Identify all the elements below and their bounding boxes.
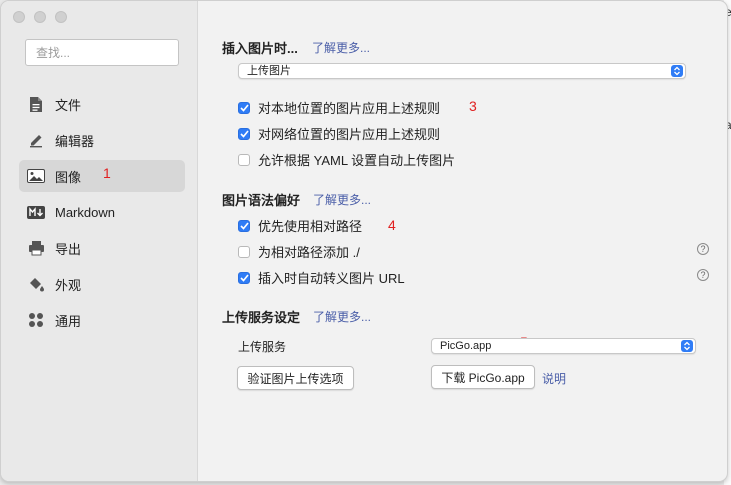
annotation-marker: 4	[388, 217, 396, 233]
sidebar-item-image[interactable]: 图像	[19, 160, 185, 192]
sidebar-item-label: 导出	[55, 241, 82, 257]
image-icon	[26, 166, 46, 186]
explain-link[interactable]: 说明	[542, 370, 566, 387]
syntax-learn-more-link[interactable]: 了解更多...	[313, 191, 371, 208]
sidebar-item-label: 图像	[55, 169, 82, 185]
markdown-icon	[26, 202, 46, 222]
checkbox-checked[interactable]	[238, 127, 250, 140]
help-icon[interactable]: ?	[697, 243, 709, 255]
syntax-section-title: 图片语法偏好	[222, 193, 301, 208]
add-dot-slash-option[interactable]: 为相对路径添加 ./	[238, 242, 360, 261]
close-window-button[interactable]	[13, 11, 25, 23]
checkbox-unchecked[interactable]	[238, 245, 250, 258]
printer-icon	[26, 238, 46, 258]
checkbox-checked[interactable]	[238, 271, 250, 284]
sidebar-item-file[interactable]: 文件	[19, 88, 185, 120]
chevron-updown-icon	[671, 65, 683, 77]
upload-service-select[interactable]: PicGo.app	[431, 338, 696, 354]
help-icon[interactable]: ?	[697, 269, 709, 281]
network-images-rule-option[interactable]: 对网络位置的图片应用上述规则	[238, 124, 440, 143]
search-input[interactable]	[25, 39, 179, 66]
grid-dots-icon	[26, 310, 46, 330]
checkbox-label: 允许根据 YAML 设置自动上传图片	[258, 153, 456, 168]
sidebar-item-markdown[interactable]: Markdown	[19, 196, 185, 228]
sidebar-item-label: 文件	[55, 97, 82, 113]
annotation-marker: 1	[103, 165, 111, 181]
insert-action-select[interactable]: 上传图片	[238, 63, 686, 79]
sidebar-item-label: 编辑器	[55, 133, 95, 149]
sidebar-item-label: 外观	[55, 277, 82, 293]
minimize-window-button[interactable]	[34, 11, 46, 23]
download-picgo-button[interactable]: 下载 PicGo.app	[431, 365, 535, 389]
pencil-icon	[26, 130, 46, 150]
document-icon	[26, 94, 46, 114]
checkbox-label: 为相对路径添加 ./	[258, 245, 360, 260]
sidebar: 文件 编辑器 图像 Markdown 导出	[1, 1, 198, 481]
checkbox-label: 插入时自动转义图片 URL	[258, 271, 405, 286]
checkbox-label: 优先使用相对路径	[258, 219, 363, 234]
upload-service-value: PicGo.app	[440, 340, 492, 352]
local-images-rule-option[interactable]: 对本地位置的图片应用上述规则	[238, 98, 440, 117]
yaml-auto-upload-option[interactable]: 允许根据 YAML 设置自动上传图片	[238, 150, 455, 169]
checkbox-unchecked[interactable]	[238, 153, 250, 166]
annotation-marker: 3	[469, 98, 477, 114]
sidebar-item-label: Markdown	[55, 204, 115, 220]
checkbox-checked[interactable]	[238, 101, 250, 114]
sidebar-item-editor[interactable]: 编辑器	[19, 124, 185, 156]
sidebar-item-general[interactable]: 通用	[19, 304, 185, 336]
sidebar-item-appearance[interactable]: 外观	[19, 268, 185, 300]
insert-section-title: 插入图片时...	[222, 41, 298, 56]
insert-action-value: 上传图片	[247, 65, 291, 77]
verify-upload-button[interactable]: 验证图片上传选项	[237, 366, 354, 390]
upload-section-title: 上传服务设定	[222, 310, 301, 325]
checkbox-label: 对网络位置的图片应用上述规则	[258, 127, 441, 142]
preferences-window: 文件 编辑器 图像 Markdown 导出	[0, 0, 728, 482]
zoom-window-button[interactable]	[55, 11, 67, 23]
insert-learn-more-link[interactable]: 了解更多...	[312, 39, 370, 56]
escape-image-url-option[interactable]: 插入时自动转义图片 URL	[238, 268, 405, 287]
sidebar-item-label: 通用	[55, 313, 82, 329]
chevron-updown-icon	[681, 340, 693, 352]
checkbox-checked[interactable]	[238, 219, 250, 232]
checkbox-label: 对本地位置的图片应用上述规则	[258, 101, 441, 116]
upload-service-label: 上传服务	[238, 340, 287, 354]
paint-bucket-icon	[26, 274, 46, 294]
prefer-relative-path-option[interactable]: 优先使用相对路径	[238, 216, 362, 235]
upload-learn-more-link[interactable]: 了解更多...	[313, 308, 371, 325]
sidebar-item-export[interactable]: 导出	[19, 232, 185, 264]
